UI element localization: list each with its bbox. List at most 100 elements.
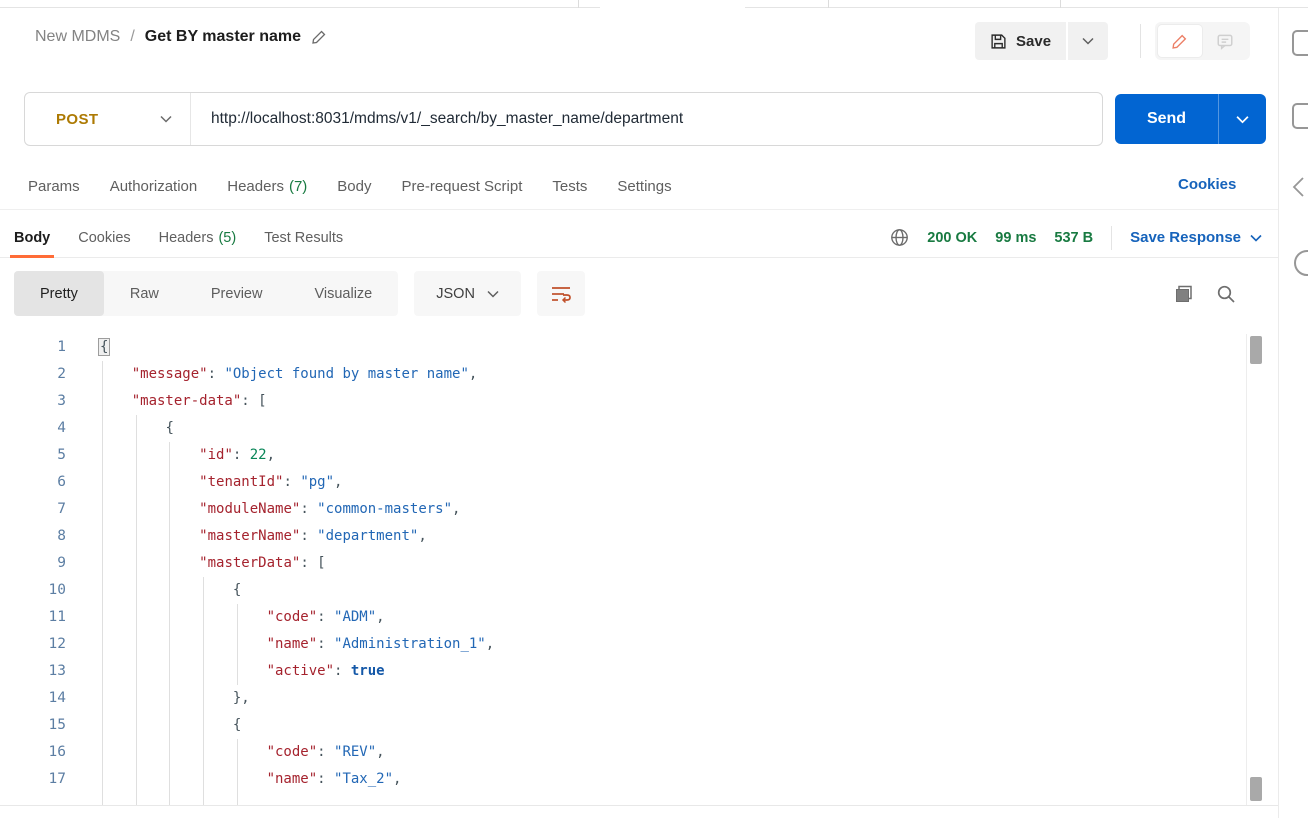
- globe-icon[interactable]: [890, 228, 909, 247]
- copy-button[interactable]: [1174, 284, 1194, 304]
- response-tab-cookies[interactable]: Cookies: [78, 218, 130, 257]
- fold-gutter[interactable]: [66, 685, 98, 712]
- response-tab-body[interactable]: Body: [14, 218, 50, 257]
- status-badge[interactable]: 200 OK: [927, 230, 977, 246]
- fold-gutter[interactable]: [66, 658, 98, 685]
- cookies-link[interactable]: Cookies: [1178, 176, 1236, 193]
- chevron-down-icon: [160, 115, 172, 123]
- code-line: 16 "code": "REV",: [0, 739, 1244, 766]
- breadcrumb-separator: /: [130, 28, 134, 46]
- method-selector[interactable]: POST: [25, 93, 190, 145]
- fold-gutter[interactable]: [66, 739, 98, 766]
- fold-gutter[interactable]: [66, 469, 98, 496]
- scrollbar-thumb[interactable]: [1250, 777, 1262, 801]
- fold-gutter[interactable]: [66, 388, 98, 415]
- fold-gutter[interactable]: [66, 361, 98, 388]
- fold-gutter[interactable]: [66, 766, 98, 793]
- wrap-lines-button[interactable]: [537, 271, 585, 316]
- edit-mode-button[interactable]: [1158, 25, 1202, 57]
- tab-headers[interactable]: Headers(7): [227, 178, 307, 195]
- tab-authorization[interactable]: Authorization: [110, 178, 198, 195]
- breadcrumb-collection[interactable]: New MDMS: [35, 28, 120, 46]
- search-button[interactable]: [1216, 284, 1236, 304]
- fold-gutter[interactable]: [66, 631, 98, 658]
- fold-gutter[interactable]: [66, 334, 98, 361]
- response-time[interactable]: 99 ms: [995, 230, 1036, 246]
- chevron-left-icon[interactable]: [1291, 176, 1305, 198]
- line-number: 10: [0, 577, 66, 604]
- save-options-button[interactable]: [1068, 22, 1108, 60]
- code-line: 17 "name": "Tax_2",: [0, 766, 1244, 793]
- fold-gutter[interactable]: [66, 496, 98, 523]
- fold-gutter[interactable]: [66, 550, 98, 577]
- fold-gutter[interactable]: [66, 577, 98, 604]
- fold-gutter[interactable]: [66, 604, 98, 631]
- chevron-down-icon: [487, 290, 499, 298]
- pane-splitter[interactable]: [0, 209, 1278, 210]
- line-number: 13: [0, 658, 66, 685]
- comments-button[interactable]: [1204, 25, 1248, 57]
- send-options-button[interactable]: [1219, 94, 1266, 144]
- chevron-down-icon: [1236, 115, 1249, 124]
- circle-icon[interactable]: [1294, 250, 1308, 276]
- indent-guide: [237, 604, 238, 685]
- editor-bottom-border: [0, 805, 1278, 806]
- pencil-icon: [311, 29, 327, 45]
- postman-app: New MDMS / Get BY master name Save: [0, 0, 1308, 818]
- rename-request-button[interactable]: [311, 29, 327, 45]
- tab-settings[interactable]: Settings: [617, 178, 671, 195]
- line-number: 3: [0, 388, 66, 415]
- tabstrip-border-right: [745, 7, 1308, 8]
- send-button[interactable]: Send: [1115, 94, 1266, 144]
- chevron-down-icon: [1082, 37, 1094, 45]
- fold-gutter[interactable]: [66, 442, 98, 469]
- floppy-icon: [990, 33, 1007, 50]
- code-line: 2 "message": "Object found by master nam…: [0, 361, 1244, 388]
- breadcrumb: New MDMS / Get BY master name: [35, 28, 327, 46]
- tab-separator: [578, 0, 579, 8]
- scrollbar-thumb[interactable]: [1250, 336, 1262, 364]
- fold-gutter[interactable]: [66, 523, 98, 550]
- request-title[interactable]: Get BY master name: [145, 28, 301, 46]
- fold-gutter[interactable]: [66, 712, 98, 739]
- editor-scrollbar[interactable]: [1246, 334, 1262, 805]
- line-number: 8: [0, 523, 66, 550]
- line-number: 7: [0, 496, 66, 523]
- line-number: 5: [0, 442, 66, 469]
- view-pretty[interactable]: Pretty: [14, 271, 104, 316]
- tab-params[interactable]: Params: [28, 178, 80, 195]
- response-body-editor[interactable]: 1{2 "message": "Object found by master n…: [0, 334, 1244, 805]
- url-input[interactable]: http://localhost:8031/mdms/v1/_search/by…: [191, 110, 1102, 128]
- response-tab-headers[interactable]: Headers(5): [159, 218, 237, 257]
- code-line: 4 {: [0, 415, 1244, 442]
- toolbar-right-icons: [1174, 284, 1236, 304]
- view-preview[interactable]: Preview: [185, 271, 289, 316]
- view-mode-group: Pretty Raw Preview Visualize: [14, 271, 398, 316]
- save-response-button[interactable]: Save Response: [1130, 229, 1262, 246]
- tab-separator: [828, 0, 829, 8]
- panel-icon[interactable]: [1292, 103, 1308, 129]
- fold-gutter[interactable]: [66, 415, 98, 442]
- code-line: 14 },: [0, 685, 1244, 712]
- line-number: 14: [0, 685, 66, 712]
- header-divider: [1140, 24, 1141, 58]
- view-visualize[interactable]: Visualize: [288, 271, 398, 316]
- code-line: 6 "tenantId": "pg",: [0, 469, 1244, 496]
- response-tab-test-results[interactable]: Test Results: [264, 218, 343, 257]
- view-raw[interactable]: Raw: [104, 271, 185, 316]
- tab-body[interactable]: Body: [337, 178, 371, 195]
- indent-guide: [102, 361, 103, 805]
- save-button[interactable]: Save: [975, 22, 1066, 60]
- line-number: 6: [0, 469, 66, 496]
- tab-pre-request-script[interactable]: Pre-request Script: [402, 178, 523, 195]
- format-selector[interactable]: JSON: [414, 271, 521, 316]
- pencil-icon: [1171, 33, 1188, 50]
- response-size[interactable]: 537 B: [1054, 230, 1093, 246]
- code-line: 7 "moduleName": "common-masters",: [0, 496, 1244, 523]
- send-button-label: Send: [1115, 94, 1218, 144]
- panel-icon[interactable]: [1292, 30, 1308, 56]
- tabstrip-border-left: [0, 7, 600, 8]
- line-number: 1: [0, 334, 66, 361]
- save-button-label: Save: [1016, 33, 1051, 50]
- tab-tests[interactable]: Tests: [552, 178, 587, 195]
